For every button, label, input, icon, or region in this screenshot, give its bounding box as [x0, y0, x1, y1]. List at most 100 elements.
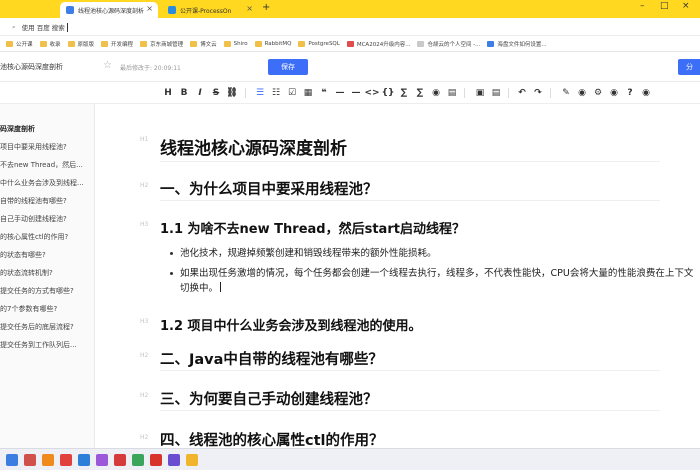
list-item: 如果出现任务激增的情况，每个任务都会创建一个线程去执行，线程多，不代表性能快，C… [170, 266, 700, 296]
bookmark-item[interactable]: 博文云 [190, 40, 217, 48]
help-icon[interactable]: ? [624, 87, 636, 99]
table-icon[interactable]: ▦ [302, 87, 314, 99]
app-icon[interactable] [24, 454, 36, 466]
outline-item[interactable]: 的状态流转机制? [0, 268, 53, 278]
heading-underline [160, 161, 660, 162]
minimize-button[interactable]: – [640, 1, 645, 11]
doc-heading-2: 二、Java中自带的线程池有哪些？ [160, 352, 383, 368]
text-cursor [66, 22, 68, 32]
pen-icon[interactable]: ✎ [560, 87, 572, 99]
heading-level-label: H2 [140, 434, 149, 441]
tab-thread-pool-doc[interactable]: 线程池核心源码深度剖析 × [60, 2, 158, 18]
heading-level-label: H3 [140, 221, 149, 228]
outline-item[interactable]: 提交任务的方式有哪些? [0, 286, 74, 296]
outline-item[interactable]: 提交任务后的底层流程? [0, 322, 74, 332]
share-button[interactable]: 分 [678, 59, 700, 75]
heading-level-label: H1 [140, 136, 149, 143]
new-tab-button[interactable]: + [262, 2, 270, 13]
folder-icon [254, 40, 262, 47]
outline-item[interactable]: 自带的线程池有哪些? [0, 196, 67, 206]
toolbar-divider [550, 88, 551, 98]
app-icon[interactable] [150, 454, 162, 466]
save-button[interactable]: 保存 [268, 59, 308, 75]
site-icon [346, 40, 354, 47]
site-icon [417, 40, 425, 47]
close-window-button[interactable]: × [682, 1, 690, 11]
last-saved-status: 最后修改于: 20:09:11 [120, 65, 181, 72]
inline-code-icon[interactable]: <> [364, 87, 379, 99]
address-bar: ⌕ 使用 百度 搜索 [0, 18, 700, 36]
firefox-icon[interactable] [42, 454, 54, 466]
attachment-icon[interactable]: ▤ [490, 87, 502, 99]
omnibox-input[interactable]: ⌕ 使用 百度 搜索 [12, 21, 612, 33]
close-icon[interactable]: × [146, 4, 153, 13]
app-icon[interactable] [132, 454, 144, 466]
bullet-dot [170, 252, 173, 255]
heading-icon[interactable]: H [162, 87, 174, 99]
bookmark-item[interactable]: 收录 [39, 40, 61, 48]
bookmark-item[interactable]: 开发编程 [101, 40, 133, 48]
bold-icon[interactable]: B [178, 87, 190, 99]
bookmark-item[interactable]: PostgreSQL [298, 40, 340, 47]
bookmark-item[interactable]: 京东商城管理 [140, 40, 183, 48]
close-icon[interactable]: × [246, 4, 253, 13]
emoji-icon[interactable]: ◉ [430, 87, 442, 99]
outline-item[interactable]: 的7个参数有哪些? [0, 304, 57, 314]
bookmark-item[interactable]: 海盘文件如何设置... [487, 40, 547, 48]
formula-icon[interactable]: ∑ [398, 87, 410, 99]
app-icon[interactable] [186, 454, 198, 466]
folder-icon [140, 40, 148, 47]
bookmark-item[interactable]: 原版版 [67, 40, 94, 48]
doc-heading-3: 1.1 为啥不去new Thread，然后start启动线程？ [160, 222, 465, 237]
document-title[interactable]: 池核心源码深度剖析 [0, 62, 63, 72]
bookmark-item[interactable]: Shiro [223, 40, 248, 47]
app-icon[interactable] [96, 454, 108, 466]
redo-icon[interactable]: ↷ [532, 87, 544, 99]
divider-line-icon[interactable]: — [334, 87, 346, 99]
image-icon[interactable]: ▣ [474, 87, 486, 99]
bookmark-item[interactable]: 公开课 [6, 40, 33, 48]
emoji-face-icon[interactable]: ◉ [608, 87, 620, 99]
heading-level-label: H2 [140, 392, 149, 399]
settings-icon[interactable]: ⚙ [592, 87, 604, 99]
heading-level-label: H2 [140, 352, 149, 359]
bullet-dot [170, 272, 173, 275]
italic-icon[interactable]: I [194, 87, 206, 99]
ordered-list-icon[interactable]: ☷ [270, 87, 282, 99]
app-icon[interactable] [114, 454, 126, 466]
todo-list-icon[interactable]: ☑ [286, 87, 298, 99]
tab-processon[interactable]: 公开课-ProcessOn × [162, 2, 258, 18]
outline-item[interactable]: 的状态有哪些? [0, 250, 46, 260]
outline-item[interactable]: 项目中要采用线程池? [0, 142, 67, 152]
bookmark-item[interactable]: RabbitMQ [254, 40, 291, 47]
graph-icon[interactable]: ▤ [446, 87, 458, 99]
bookmark-item[interactable]: MCA2024升级内容... [346, 40, 410, 48]
start-icon[interactable] [6, 454, 18, 466]
outline-item[interactable]: 的核心属性ctl的作用? [0, 232, 68, 242]
link-icon[interactable]: ⛓ [226, 87, 238, 99]
folder-icon [67, 40, 75, 47]
app-icon[interactable] [60, 454, 72, 466]
preview-icon[interactable]: ◉ [576, 87, 588, 99]
heading-underline [160, 410, 660, 411]
strikethrough-icon[interactable]: S [210, 87, 222, 99]
app-icon[interactable] [168, 454, 180, 466]
bookmarks-bar: 公开课 收录 原版版 开发编程 京东商城管理 博文云 Shiro RabbitM… [0, 36, 700, 52]
maximize-button[interactable]: □ [660, 1, 669, 11]
outline-item[interactable]: 中什么业务会涉及到线程... [0, 178, 84, 188]
more-icon[interactable]: ◉ [640, 87, 652, 99]
quote-icon[interactable]: ❝ [318, 87, 330, 99]
bullet-list-icon[interactable]: ☰ [254, 87, 266, 99]
bookmark-item[interactable]: 仓颉云的个人空间 -... [417, 40, 480, 48]
star-icon[interactable]: ☆ [103, 60, 112, 71]
code-block-icon[interactable]: {} [382, 87, 395, 99]
outline-item[interactable]: 不去new Thread，然后... [0, 160, 83, 170]
outline-item[interactable]: 自己手动创建线程池? [0, 214, 67, 224]
outline-item[interactable]: 码深度剖析 [0, 124, 35, 134]
outline-item[interactable]: 提交任务到工作队列后... [0, 340, 77, 350]
horizontal-rule-icon[interactable]: — [350, 87, 362, 99]
math-block-icon[interactable]: ∑ [414, 87, 426, 99]
app-icon[interactable] [78, 454, 90, 466]
undo-icon[interactable]: ↶ [516, 87, 528, 99]
document-body[interactable]: H1 线程池核心源码深度剖析 H2 一、为什么项目中要采用线程池？ H3 1.1… [96, 104, 700, 448]
